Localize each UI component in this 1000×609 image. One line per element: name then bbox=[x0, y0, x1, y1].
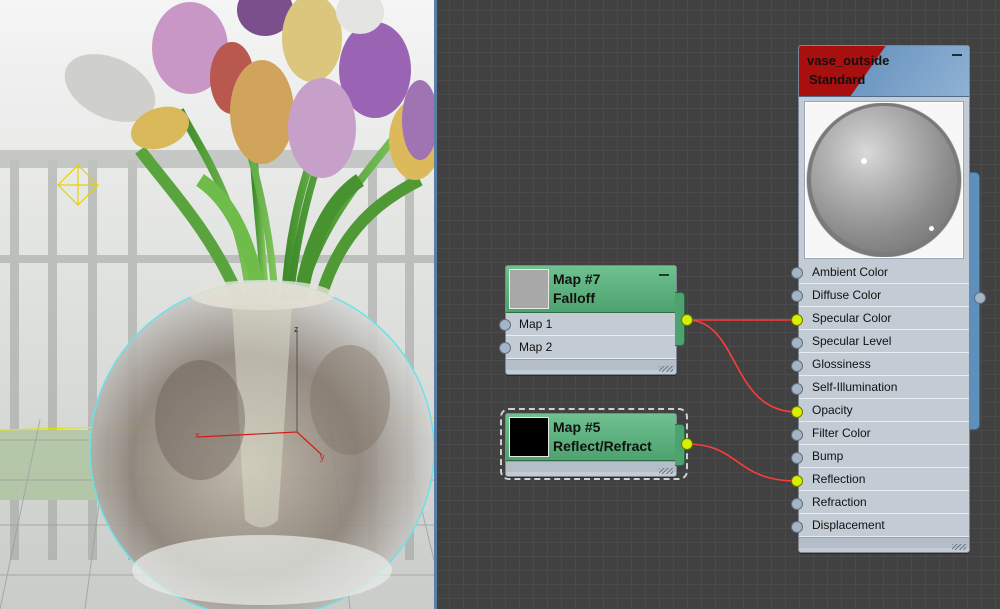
material-type: Standard bbox=[809, 72, 866, 87]
input-label: Filter Color bbox=[812, 426, 871, 440]
input-self-illumination[interactable]: Self-Illumination bbox=[799, 376, 969, 399]
reflect-refract-map-node[interactable]: Map #5 Reflect/Refract bbox=[505, 413, 685, 477]
input-reflection[interactable]: Reflection bbox=[799, 468, 969, 491]
input-label: Reflection bbox=[812, 472, 866, 486]
node-footer bbox=[799, 537, 969, 548]
material-output-socket[interactable] bbox=[974, 292, 986, 304]
ambient-color-socket[interactable] bbox=[791, 267, 803, 279]
material-name: vase_outside bbox=[807, 53, 890, 68]
reflect-node-header[interactable]: Map #5 Reflect/Refract bbox=[506, 414, 676, 461]
resize-grip-icon[interactable] bbox=[952, 544, 966, 550]
falloff-map2-socket[interactable] bbox=[499, 342, 511, 354]
input-label: Specular Level bbox=[812, 334, 892, 348]
input-label: Bump bbox=[812, 449, 844, 463]
input-label: Opacity bbox=[812, 403, 853, 417]
input-label: Specular Color bbox=[812, 311, 892, 325]
reflection-socket[interactable] bbox=[791, 475, 803, 487]
reflect-thumbnail bbox=[509, 417, 549, 457]
material-preview bbox=[804, 101, 964, 259]
input-refraction[interactable]: Refraction bbox=[799, 491, 969, 514]
input-glossiness[interactable]: Glossiness bbox=[799, 353, 969, 376]
displacement-socket[interactable] bbox=[791, 521, 803, 533]
input-label: Diffuse Color bbox=[812, 288, 882, 302]
falloff-node-name: Map #7 bbox=[553, 271, 601, 287]
material-node-header[interactable]: vase_outside Standard bbox=[799, 46, 969, 97]
specular-highlight bbox=[861, 158, 867, 164]
reflect-node-name: Map #5 bbox=[553, 419, 601, 435]
glossiness-socket[interactable] bbox=[791, 360, 803, 372]
specular-color-socket[interactable] bbox=[791, 314, 803, 326]
viewport-scene: z x y bbox=[0, 0, 434, 609]
input-diffuse-color[interactable]: Diffuse Color bbox=[799, 284, 969, 307]
input-specular-level[interactable]: Specular Level bbox=[799, 330, 969, 353]
input-label: Ambient Color bbox=[812, 265, 889, 279]
input-ambient-color[interactable]: Ambient Color bbox=[799, 261, 969, 284]
falloff-node-header[interactable]: Map #7 Falloff bbox=[506, 266, 676, 313]
falloff-input-map1[interactable]: Map 1 bbox=[506, 313, 676, 336]
diffuse-color-socket[interactable] bbox=[791, 290, 803, 302]
filter-color-socket[interactable] bbox=[791, 429, 803, 441]
falloff-node-title: Map #7 Falloff bbox=[553, 270, 600, 308]
input-label: Glossiness bbox=[812, 357, 871, 371]
falloff-node-type: Falloff bbox=[553, 290, 595, 306]
input-label: Map 1 bbox=[519, 317, 553, 331]
input-opacity[interactable]: Opacity bbox=[799, 399, 969, 422]
reflect-node-type: Reflect/Refract bbox=[553, 438, 652, 454]
gizmo-y-label: y bbox=[320, 452, 325, 462]
minimize-icon[interactable] bbox=[952, 54, 962, 56]
input-bump[interactable]: Bump bbox=[799, 445, 969, 468]
node-footer bbox=[506, 359, 676, 370]
falloff-map-node[interactable]: Map #7 Falloff Map 1 Map 2 bbox=[505, 265, 685, 375]
falloff-thumbnail bbox=[509, 269, 549, 309]
viewport-3d[interactable]: z x y bbox=[0, 0, 434, 609]
gizmo-z-label: z bbox=[294, 324, 299, 334]
material-node-vase-outside[interactable]: vase_outside Standard Ambient Color Diff… bbox=[798, 45, 970, 553]
gizmo-x-label: x bbox=[195, 430, 200, 440]
input-label: Refraction bbox=[812, 495, 867, 509]
refraction-socket[interactable] bbox=[791, 498, 803, 510]
input-specular-color[interactable]: Specular Color bbox=[799, 307, 969, 330]
resize-grip-icon[interactable] bbox=[659, 468, 673, 474]
self-illumination-socket[interactable] bbox=[791, 383, 803, 395]
input-filter-color[interactable]: Filter Color bbox=[799, 422, 969, 445]
falloff-input-map2[interactable]: Map 2 bbox=[506, 336, 676, 359]
opacity-socket[interactable] bbox=[791, 406, 803, 418]
input-label: Self-Illumination bbox=[812, 380, 898, 394]
node-footer bbox=[506, 461, 676, 472]
input-label: Map 2 bbox=[519, 340, 553, 354]
specular-highlight bbox=[929, 226, 934, 231]
specular-level-socket[interactable] bbox=[791, 337, 803, 349]
material-input-list: Ambient Color Diffuse Color Specular Col… bbox=[799, 261, 969, 537]
minimize-icon[interactable] bbox=[659, 274, 669, 276]
reflect-output-socket[interactable] bbox=[681, 438, 693, 450]
resize-grip-icon[interactable] bbox=[659, 366, 673, 372]
bump-socket[interactable] bbox=[791, 452, 803, 464]
preview-sphere bbox=[811, 106, 957, 252]
reflect-node-title: Map #5 Reflect/Refract bbox=[553, 418, 652, 456]
falloff-output-socket[interactable] bbox=[681, 314, 693, 326]
input-displacement[interactable]: Displacement bbox=[799, 514, 969, 537]
falloff-map1-socket[interactable] bbox=[499, 319, 511, 331]
input-label: Displacement bbox=[812, 518, 885, 532]
glass-vase bbox=[89, 280, 434, 609]
